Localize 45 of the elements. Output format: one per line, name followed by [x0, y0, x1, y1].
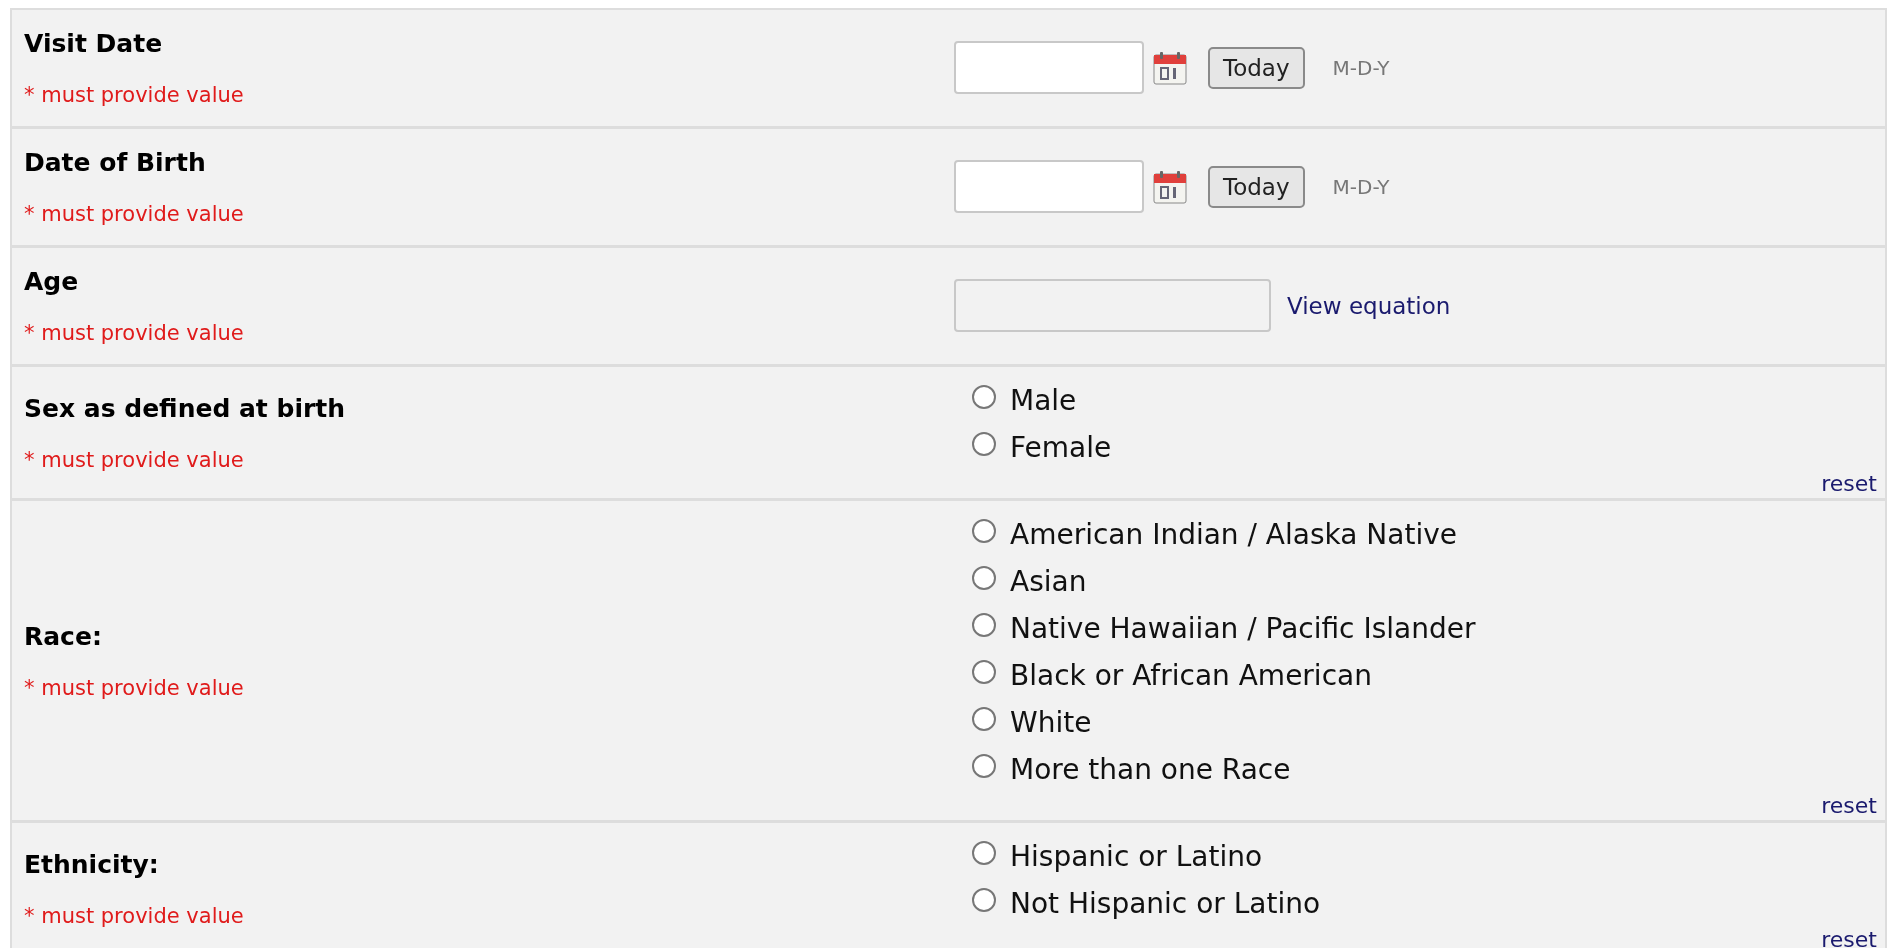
radio-button[interactable] [972, 384, 996, 409]
required-note: * must provide value [24, 446, 244, 474]
date-input-field[interactable] [954, 41, 1144, 94]
radio-option-label[interactable]: Female [1010, 431, 1112, 464]
required-note: * must provide value [24, 674, 244, 702]
calendar-icon[interactable] [1152, 49, 1188, 86]
radio-option-label[interactable]: Hispanic or Latino [1010, 840, 1263, 873]
date-input-field[interactable] [954, 160, 1144, 213]
field-label: Age [24, 266, 79, 298]
today-button[interactable]: Today [1208, 46, 1305, 89]
required-note: * must provide value [24, 82, 244, 109]
radio-option-label[interactable]: Not Hispanic or Latino [1010, 887, 1321, 920]
calendar-icon[interactable] [1152, 168, 1188, 205]
radio-button[interactable] [972, 887, 996, 912]
today-button[interactable]: Today [1208, 165, 1305, 208]
radio-button[interactable] [972, 431, 996, 456]
radio-button[interactable] [972, 518, 996, 543]
radio-button[interactable] [972, 565, 996, 590]
date-format-hint: M-D-Y [1332, 174, 1390, 199]
radio-option-label[interactable]: American Indian / Alaska Native [1010, 518, 1457, 551]
reset-link[interactable]: reset [1821, 793, 1877, 819]
radio-button[interactable] [972, 659, 996, 684]
date-format-hint: M-D-Y [1332, 55, 1390, 80]
radio-option-label[interactable]: Native Hawaiian / Pacific Islander [1010, 612, 1476, 645]
calculated-input-field[interactable] [954, 279, 1271, 332]
field-label: Race: [24, 620, 102, 653]
radio-button[interactable] [972, 840, 996, 865]
field-label: Visit Date [24, 28, 163, 60]
field-label: Ethnicity: [24, 848, 159, 881]
required-note: * must provide value [24, 201, 244, 228]
required-note: * must provide value [24, 902, 244, 930]
radio-option-label[interactable]: More than one Race [1010, 753, 1291, 786]
radio-button[interactable] [972, 753, 996, 778]
radio-option-label[interactable]: White [1010, 706, 1092, 739]
view-equation-link[interactable]: View equation [1287, 292, 1451, 319]
radio-button[interactable] [972, 706, 996, 731]
radio-option-label[interactable]: Male [1010, 384, 1077, 417]
field-label: Date of Birth [24, 147, 206, 179]
radio-option-label[interactable]: Asian [1010, 565, 1087, 598]
reset-link[interactable]: reset [1821, 927, 1877, 948]
reset-link[interactable]: reset [1821, 471, 1877, 497]
radio-option-label[interactable]: Black or African American [1010, 659, 1372, 692]
radio-button[interactable] [972, 612, 996, 637]
field-label: Sex as defined at birth [24, 392, 346, 425]
required-note: * must provide value [24, 320, 244, 347]
